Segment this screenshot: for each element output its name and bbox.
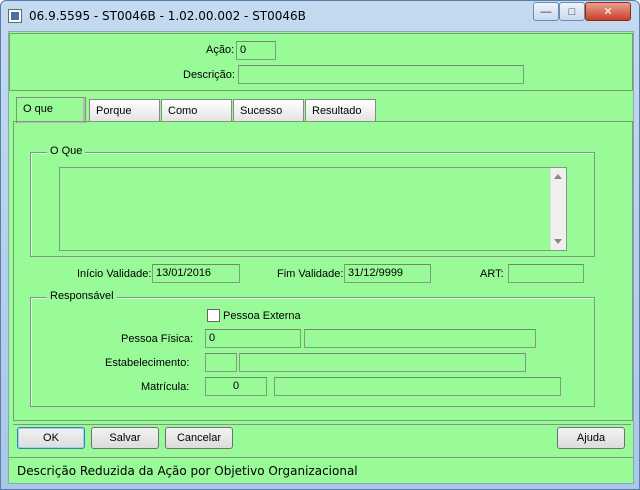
responsavel-group-title: Responsável bbox=[47, 290, 117, 302]
responsavel-group: Responsável Pessoa Externa Pessoa Física… bbox=[30, 290, 595, 407]
application-window: 06.9.5595 - ST0046B - 1.02.00.002 - ST00… bbox=[0, 0, 640, 490]
pessoa-externa-checkbox[interactable] bbox=[207, 309, 220, 322]
descricao-field[interactable] bbox=[238, 65, 524, 84]
ajuda-button[interactable]: Ajuda bbox=[557, 427, 625, 449]
ok-button-label: OK bbox=[43, 432, 59, 444]
window-title: 06.9.5595 - ST0046B - 1.02.00.002 - ST00… bbox=[29, 9, 306, 23]
art-label: ART: bbox=[480, 268, 504, 280]
inicio-validade-field[interactable]: 13/01/2016 bbox=[152, 264, 240, 283]
art-field[interactable] bbox=[508, 264, 584, 283]
oque-scrollbar[interactable] bbox=[550, 168, 566, 250]
tab-label: Porque bbox=[96, 105, 132, 117]
app-icon[interactable] bbox=[8, 9, 22, 23]
tab-sucesso[interactable]: Sucesso bbox=[233, 99, 304, 121]
estabelecimento-code-field[interactable] bbox=[205, 353, 237, 372]
acao-field[interactable]: 0 bbox=[236, 41, 276, 60]
oque-group: O Que bbox=[30, 145, 595, 257]
tab-label: Como bbox=[168, 105, 198, 117]
salvar-button-label: Salvar bbox=[109, 432, 141, 444]
tab-porque[interactable]: Porque bbox=[89, 99, 160, 121]
tab-como[interactable]: Como bbox=[161, 99, 232, 121]
oque-group-title: O Que bbox=[47, 145, 86, 157]
header-group: Ação: 0 Descrição: bbox=[9, 33, 633, 91]
close-icon: ✕ bbox=[603, 6, 613, 18]
matricula-label: Matrícula: bbox=[141, 381, 190, 393]
ajuda-button-label: Ajuda bbox=[576, 432, 606, 444]
matricula-code-field[interactable]: 0 bbox=[205, 377, 267, 396]
matricula-name-field[interactable] bbox=[274, 377, 561, 396]
tab-strip: O que Porque Como Sucesso Resultado bbox=[16, 97, 636, 123]
estabelecimento-name-field[interactable] bbox=[239, 353, 526, 372]
acao-label: Ação: bbox=[206, 44, 235, 56]
maximize-button[interactable]: □ bbox=[559, 2, 585, 21]
maximize-icon: □ bbox=[568, 5, 576, 18]
client-area: Ação: 0 Descrição: O que Porque Como Suc… bbox=[8, 31, 634, 484]
cancelar-button[interactable]: Cancelar bbox=[165, 427, 233, 449]
cancelar-button-label: Cancelar bbox=[176, 432, 222, 444]
tab-label: Sucesso bbox=[240, 105, 283, 117]
status-bar: Descrição Reduzida da Ação por Objetivo … bbox=[9, 457, 633, 483]
tab-panel-o-que: O Que Início Validade: 13/01/2016 Fim Va… bbox=[13, 121, 633, 421]
scroll-up-icon[interactable] bbox=[554, 174, 562, 179]
ok-button[interactable]: OK bbox=[17, 427, 85, 449]
tab-resultado[interactable]: Resultado bbox=[305, 99, 376, 121]
title-bar[interactable]: 06.9.5595 - ST0046B - 1.02.00.002 - ST00… bbox=[1, 1, 639, 31]
inicio-validade-label: Início Validade: bbox=[77, 268, 152, 280]
minimize-icon: — bbox=[540, 5, 552, 18]
estabelecimento-label: Estabelecimento: bbox=[105, 357, 190, 369]
scroll-down-icon[interactable] bbox=[554, 239, 562, 244]
tab-label: O que bbox=[23, 103, 53, 115]
fim-validade-field[interactable]: 31/12/9999 bbox=[344, 264, 431, 283]
oque-textarea[interactable] bbox=[59, 167, 567, 251]
close-button[interactable]: ✕ bbox=[585, 2, 631, 21]
status-text: Descrição Reduzida da Ação por Objetivo … bbox=[17, 464, 358, 478]
pessoa-externa-label: Pessoa Externa bbox=[223, 310, 301, 322]
tab-label: Resultado bbox=[312, 105, 362, 117]
pessoa-fisica-name-field[interactable] bbox=[304, 329, 536, 348]
pessoa-fisica-label: Pessoa Física: bbox=[121, 333, 194, 345]
pessoa-fisica-code-field[interactable]: 0 bbox=[205, 329, 301, 348]
minimize-button[interactable]: — bbox=[533, 2, 559, 21]
fim-validade-label: Fim Validade: bbox=[277, 268, 344, 280]
salvar-button[interactable]: Salvar bbox=[91, 427, 159, 449]
descricao-label: Descrição: bbox=[183, 69, 235, 81]
tab-o-que[interactable]: O que bbox=[16, 97, 86, 123]
